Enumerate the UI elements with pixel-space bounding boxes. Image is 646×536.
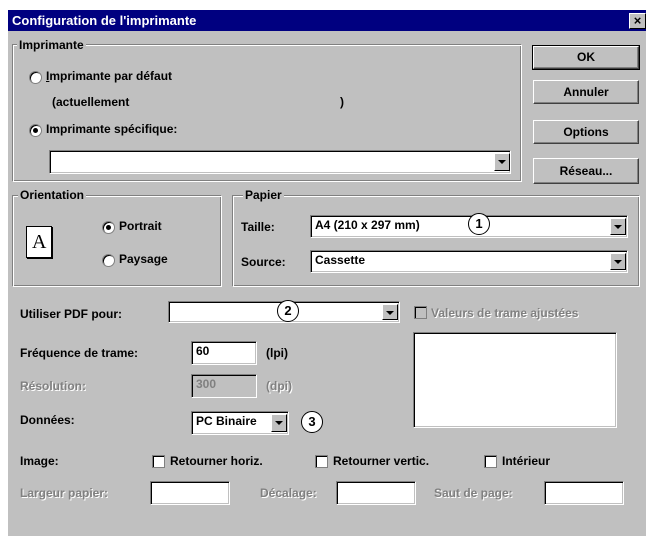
resolution-value: 300 bbox=[196, 377, 217, 391]
cancel-button[interactable]: Annuler bbox=[533, 80, 639, 104]
ok-button[interactable]: OK bbox=[532, 45, 640, 70]
inside-label[interactable]: Intérieur bbox=[502, 454, 550, 468]
default-printer-radio[interactable] bbox=[29, 71, 42, 84]
flip-horizontal-checkbox[interactable] bbox=[152, 455, 165, 468]
close-button[interactable]: × bbox=[629, 13, 646, 29]
title-bar: Configuration de l'imprimante × bbox=[8, 10, 646, 31]
orientation-icon: A bbox=[26, 226, 52, 258]
paper-source-select[interactable]: Cassette bbox=[310, 250, 628, 273]
current-printer-prefix: (actuellement bbox=[52, 95, 130, 109]
flip-vertical-checkbox[interactable] bbox=[315, 455, 328, 468]
paper-width-input[interactable] bbox=[150, 481, 230, 505]
data-dropdown-arrow[interactable] bbox=[271, 414, 287, 432]
data-value: PC Binaire bbox=[196, 414, 257, 428]
flip-horizontal-label[interactable]: Retourner horiz. bbox=[170, 454, 263, 468]
screen-values-label: Valeurs de trame ajustées bbox=[431, 306, 579, 320]
default-printer-label-text: mprimante par défaut bbox=[49, 69, 173, 83]
offset-label: Décalage: bbox=[260, 486, 317, 500]
paper-width-label: Largeur papier: bbox=[20, 486, 109, 500]
options-button[interactable]: Options bbox=[533, 120, 639, 144]
inside-checkbox[interactable] bbox=[484, 455, 497, 468]
paper-source-dropdown-arrow[interactable] bbox=[610, 253, 626, 270]
landscape-label[interactable]: Paysage bbox=[119, 252, 168, 266]
page-jump-input[interactable] bbox=[544, 481, 624, 505]
callout-1: 1 bbox=[468, 213, 490, 235]
printer-config-dialog: Configuration de l'imprimante × Impriman… bbox=[8, 10, 646, 536]
paper-size-value: A4 (210 x 297 mm) bbox=[315, 218, 420, 232]
image-label: Image: bbox=[20, 454, 59, 468]
close-icon: × bbox=[633, 13, 642, 28]
current-printer-suffix: ) bbox=[340, 95, 344, 109]
data-label: Données: bbox=[20, 413, 75, 427]
portrait-label[interactable]: Portrait bbox=[119, 219, 162, 233]
specific-printer-label[interactable]: Imprimante spécifique: bbox=[46, 122, 177, 136]
paper-source-label: Source: bbox=[241, 255, 286, 269]
resolution-unit: (dpi) bbox=[266, 379, 292, 393]
paper-group-label: Papier bbox=[243, 188, 284, 202]
specific-printer-dropdown-arrow[interactable] bbox=[494, 153, 510, 171]
paper-size-label: Taille: bbox=[241, 220, 275, 234]
frequency-input[interactable]: 60 bbox=[191, 341, 257, 365]
specific-printer-select[interactable] bbox=[49, 150, 511, 174]
callout-2: 2 bbox=[277, 300, 299, 322]
portrait-radio[interactable] bbox=[102, 221, 115, 234]
landscape-radio[interactable] bbox=[102, 254, 115, 267]
callout-3: 3 bbox=[301, 411, 323, 433]
frequency-value: 60 bbox=[196, 344, 210, 358]
specific-printer-radio[interactable] bbox=[29, 124, 42, 137]
resolution-input[interactable]: 300 bbox=[191, 374, 257, 398]
paper-source-value: Cassette bbox=[315, 253, 366, 267]
paper-size-dropdown-arrow[interactable] bbox=[610, 218, 626, 235]
resolution-label: Résolution: bbox=[20, 379, 86, 393]
paper-group bbox=[232, 195, 640, 287]
offset-input[interactable] bbox=[336, 481, 416, 505]
default-printer-label[interactable]: Imprimante par défaut bbox=[46, 69, 172, 83]
page-jump-label: Saut de page: bbox=[434, 486, 513, 500]
frequency-unit: (lpi) bbox=[266, 346, 288, 360]
printer-group-label: Imprimante bbox=[17, 38, 86, 52]
frequency-label: Fréquence de trame: bbox=[20, 346, 139, 360]
pdf-label: Utiliser PDF pour: bbox=[20, 307, 123, 321]
orientation-group-label: Orientation bbox=[18, 188, 87, 202]
orientation-icon-glyph: A bbox=[32, 231, 47, 253]
pdf-dropdown-arrow[interactable] bbox=[382, 304, 398, 320]
network-button[interactable]: Réseau... bbox=[533, 158, 639, 184]
window-title: Configuration de l'imprimante bbox=[12, 13, 197, 28]
flip-vertical-label[interactable]: Retourner vertic. bbox=[333, 454, 429, 468]
screen-values-checkbox[interactable] bbox=[414, 306, 427, 319]
preview-box bbox=[413, 332, 617, 428]
